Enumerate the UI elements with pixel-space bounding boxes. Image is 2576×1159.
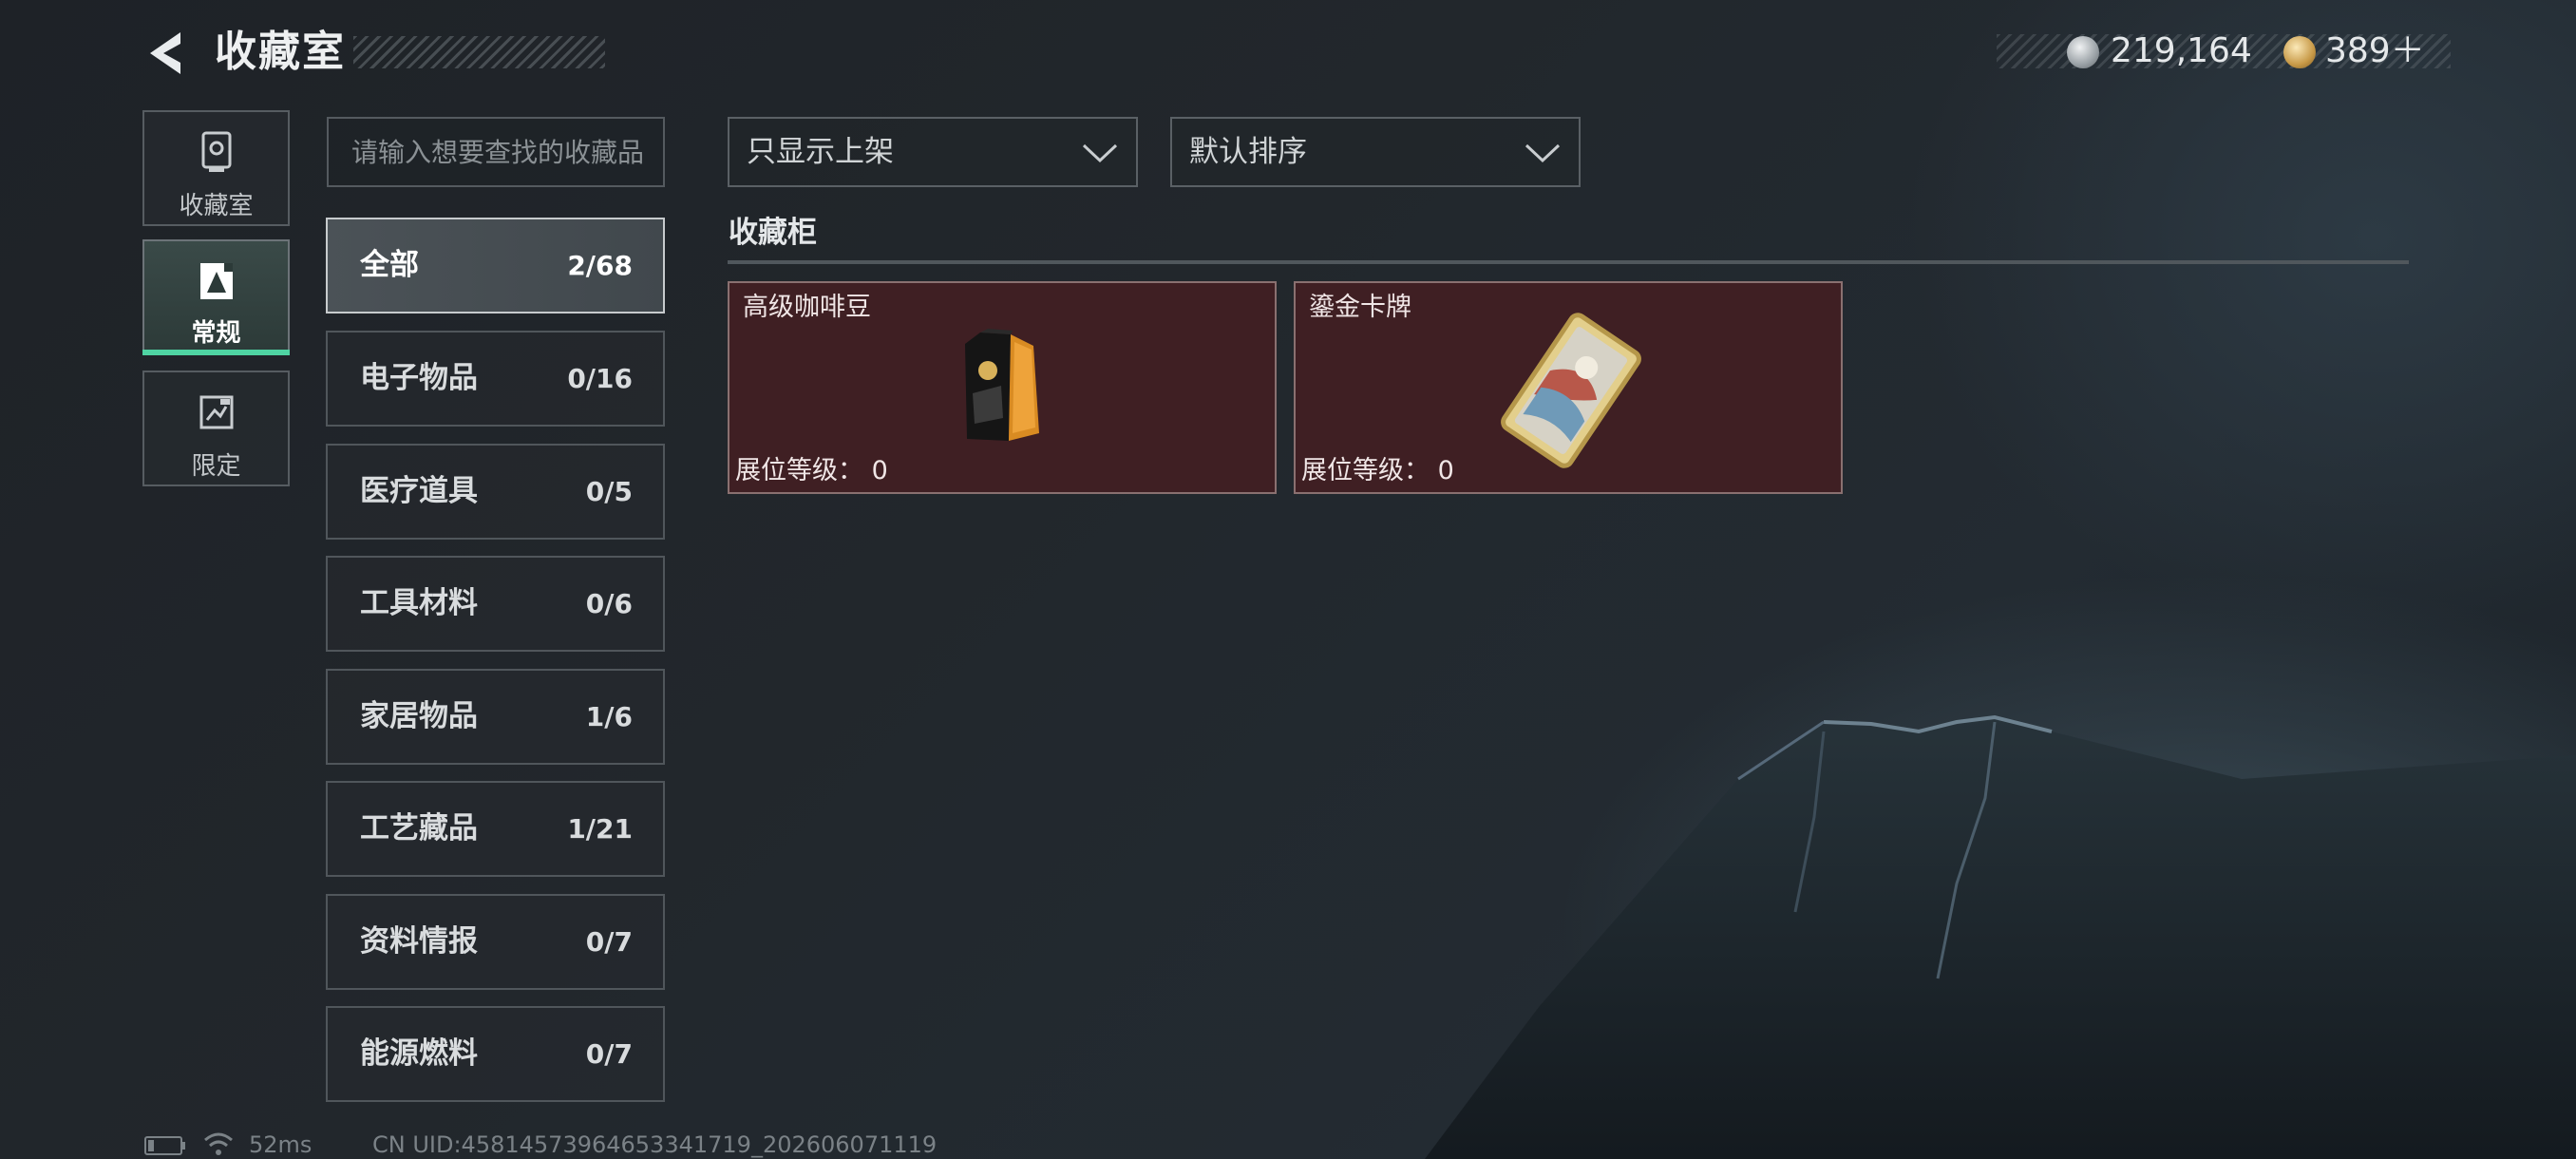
category-energy[interactable]: 能源燃料 0/7	[326, 1006, 665, 1102]
category-name: 工艺藏品	[360, 811, 478, 846]
wifi-icon	[204, 1132, 233, 1155]
category-count: 0/5	[585, 476, 633, 507]
category-name: 能源燃料	[360, 1036, 478, 1071]
category-count: 1/6	[585, 701, 633, 732]
item-name: 鎏金卡牌	[1309, 293, 1411, 322]
side-tab-regular[interactable]: 常规	[142, 239, 290, 355]
silver-coin-icon	[2067, 36, 2099, 68]
category-count: 0/16	[567, 363, 633, 394]
chevron-down-icon	[1082, 143, 1118, 163]
side-tab-label: 限定	[191, 452, 241, 481]
page-title: 收藏室	[215, 28, 346, 76]
section-title: 收藏柜	[729, 216, 817, 250]
sort-order-value: 默认排序	[1189, 135, 1307, 169]
back-arrow-icon[interactable]	[142, 28, 188, 78]
category-household[interactable]: 家居物品 1/6	[326, 669, 665, 765]
regular-icon	[200, 263, 233, 299]
category-tools[interactable]: 工具材料 0/6	[326, 556, 665, 652]
section-divider	[728, 260, 2409, 264]
item-level-value: 0	[1437, 456, 1454, 485]
category-intel[interactable]: 资料情报 0/7	[326, 894, 665, 990]
category-all[interactable]: 全部 2/68	[326, 218, 665, 314]
side-tab-limited[interactable]: 限定	[142, 370, 290, 486]
category-name: 家居物品	[360, 699, 478, 733]
category-count: 0/7	[585, 1038, 633, 1070]
item-name: 高级咖啡豆	[743, 293, 871, 322]
category-name: 全部	[360, 248, 419, 282]
item-level-label: 展位等级：	[1301, 456, 1430, 485]
side-tab-collection-room[interactable]: 收藏室	[142, 110, 290, 226]
item-card-gilded-card[interactable]: 鎏金卡牌 展位等级： 0	[1294, 281, 1843, 494]
active-tab-indicator	[142, 350, 290, 355]
sort-order-dropdown[interactable]: 默认排序	[1170, 117, 1581, 187]
category-count: 0/6	[585, 588, 633, 619]
category-count: 2/68	[567, 250, 633, 281]
gilded-card-icon	[1501, 313, 1641, 468]
category-name: 医疗道具	[360, 474, 478, 508]
limited-icon	[199, 395, 234, 429]
background-mountain	[1425, 714, 2576, 1159]
item-level: 展位等级： 0	[735, 452, 888, 490]
category-medical[interactable]: 医疗道具 0/5	[326, 444, 665, 540]
user-uid: CN UID:458145739646533417​19_20260607111…	[372, 1131, 938, 1158]
ping-indicator: 52ms	[249, 1131, 313, 1158]
search-input[interactable]	[327, 117, 665, 187]
category-name: 电子物品	[360, 361, 478, 395]
gold-coin-icon	[2283, 36, 2316, 68]
display-filter-value: 只显示上架	[747, 135, 894, 169]
coffee-bag-icon	[965, 329, 1039, 441]
category-name: 工具材料	[360, 586, 478, 620]
display-filter-dropdown[interactable]: 只显示上架	[728, 117, 1138, 187]
side-tab-label: 收藏室	[179, 192, 254, 220]
chevron-down-icon	[1525, 143, 1561, 163]
gold-amount-topup-button[interactable]: 389＋	[2325, 28, 2425, 74]
title-decoration	[353, 36, 605, 68]
item-card-coffee-beans[interactable]: 高级咖啡豆 展位等级： 0	[728, 281, 1277, 494]
item-level-label: 展位等级：	[735, 456, 863, 485]
silver-amount: 219,164	[2111, 31, 2252, 70]
item-level: 展位等级： 0	[1301, 452, 1454, 490]
battery-icon	[144, 1136, 185, 1155]
collection-room-icon	[201, 131, 232, 172]
category-name: 资料情报	[360, 924, 478, 959]
side-tab-label: 常规	[191, 319, 241, 348]
category-crafts[interactable]: 工艺藏品 1/21	[326, 781, 665, 877]
item-level-value: 0	[871, 456, 888, 485]
category-electronics[interactable]: 电子物品 0/16	[326, 331, 665, 427]
category-count: 0/7	[585, 926, 633, 958]
category-count: 1/21	[567, 813, 633, 845]
